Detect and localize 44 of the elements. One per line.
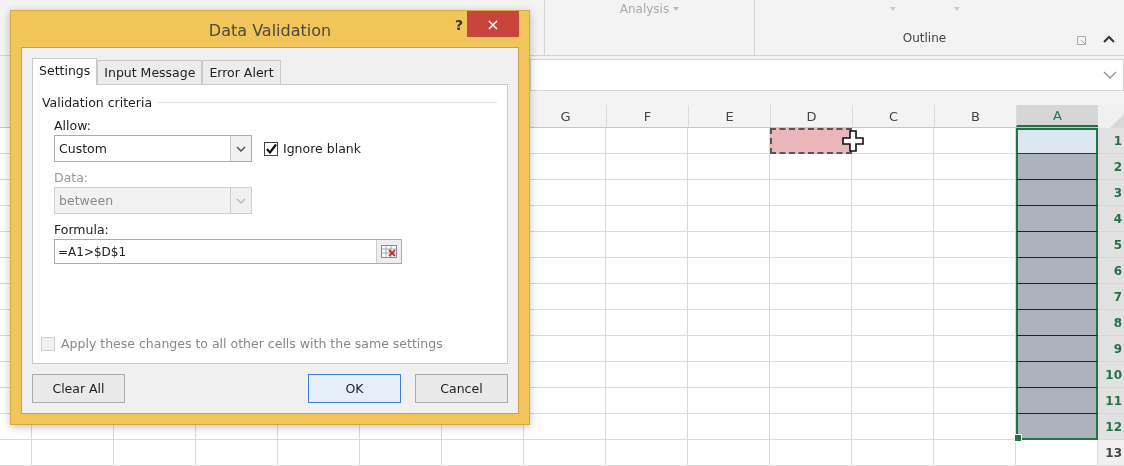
field-label: Formula:	[54, 222, 110, 237]
field-label: Data:	[54, 170, 90, 185]
allow-dropdown[interactable]: Custom	[54, 135, 252, 162]
row-header[interactable]: 8	[1098, 310, 1124, 336]
row-header[interactable]: 5	[1098, 232, 1124, 258]
dropdown-icon	[673, 7, 680, 11]
row-header[interactable]: 6	[1098, 258, 1124, 284]
section-heading: Validation criteria	[42, 95, 153, 110]
row-header[interactable]: 9	[1098, 336, 1124, 362]
dialog-button[interactable]: OK	[308, 374, 401, 403]
checkbox-label: Apply these changes to all other cells with the same settings	[61, 336, 443, 351]
row-header[interactable]: 11	[1098, 388, 1124, 414]
fill-handle[interactable]	[1014, 434, 1022, 442]
column-header[interactable]: A	[1016, 105, 1098, 127]
row-header[interactable]: 4	[1098, 206, 1124, 232]
checkbox-label: Ignore blank	[283, 141, 361, 156]
dialog-button[interactable]: Cancel	[415, 374, 508, 403]
dialog-launcher-icon[interactable]	[1077, 36, 1086, 45]
tab[interactable]: Error Alert	[202, 60, 281, 84]
dialog-title: Data Validation	[208, 21, 332, 40]
help-button[interactable]: ?	[454, 17, 463, 33]
tab[interactable]: Settings	[32, 58, 98, 85]
row-header[interactable]: 7	[1098, 284, 1124, 310]
formula-bar[interactable]	[530, 59, 1124, 91]
dropdown-icon	[953, 7, 960, 11]
dropdown-icon	[236, 145, 246, 152]
expand-icon[interactable]	[1103, 71, 1117, 79]
collapse-ribbon-icon[interactable]	[1103, 35, 1115, 43]
dialog-button[interactable]: Clear All	[32, 374, 125, 403]
row-header[interactable]: 1	[1098, 128, 1124, 154]
range-picker-icon[interactable]	[381, 245, 397, 258]
close-button[interactable]: ×	[467, 11, 519, 37]
row-header[interactable]: 10	[1098, 362, 1124, 388]
formula-field[interactable]: =A1>$D$1	[54, 239, 402, 264]
tab[interactable]: Input Message	[97, 60, 203, 84]
dropdown-icon	[889, 7, 896, 11]
row-header[interactable]: 12	[1098, 414, 1124, 440]
row-header[interactable]: 3	[1098, 180, 1124, 206]
row-header[interactable]: 2	[1098, 154, 1124, 180]
dropdown-icon	[236, 197, 246, 204]
checkbox[interactable]	[264, 141, 278, 156]
group-label: Outline	[902, 31, 947, 45]
field-label: Allow:	[54, 118, 92, 133]
cursor-icon	[842, 130, 864, 152]
